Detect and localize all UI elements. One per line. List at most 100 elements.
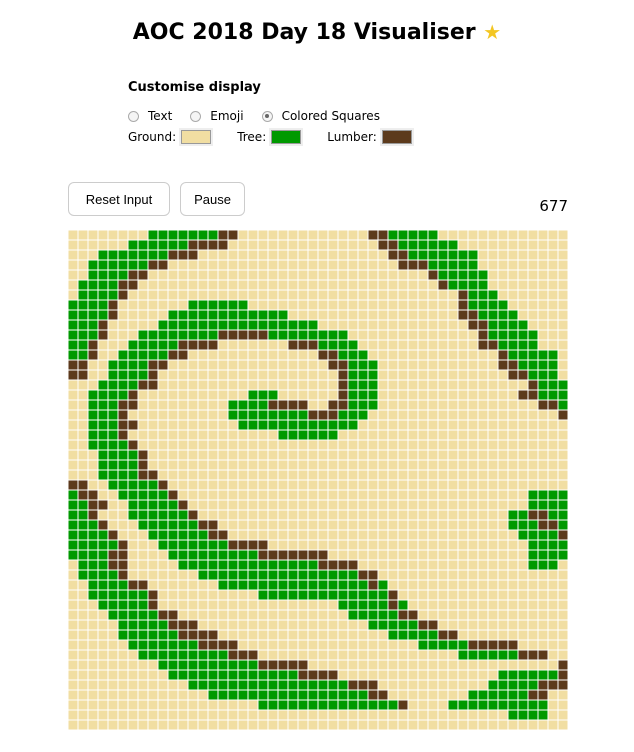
ground-cell — [407, 679, 419, 691]
ground-cell — [107, 699, 119, 711]
ground-cell — [477, 429, 489, 441]
ground-cell — [347, 269, 359, 281]
ground-cell — [527, 409, 539, 421]
ground-cell — [257, 230, 269, 241]
lumber-cell — [107, 529, 119, 541]
tree-cell — [217, 659, 229, 671]
tree-cell — [517, 359, 529, 371]
ground-cell — [217, 609, 229, 621]
radio-text[interactable]: Text — [128, 109, 172, 123]
ground-cell — [387, 459, 399, 471]
tree-cell — [127, 359, 139, 371]
ground-cell — [487, 259, 499, 271]
tree-cell — [487, 329, 499, 341]
ground-cell — [267, 299, 279, 311]
ground-cell — [557, 230, 568, 241]
radio-emoji-button[interactable] — [190, 110, 202, 122]
ground-cell — [427, 549, 439, 561]
ground-cell — [157, 469, 169, 481]
ground-cell — [167, 379, 179, 391]
tree-cell — [97, 549, 109, 561]
radio-text-button[interactable] — [128, 110, 139, 122]
tree-color-picker[interactable] — [269, 128, 304, 146]
ground-cell — [297, 629, 309, 641]
ground-cell — [437, 379, 449, 391]
ground-cell — [517, 569, 529, 581]
ground-cell — [247, 699, 259, 711]
tree-cell — [177, 239, 189, 251]
ground-cell — [347, 239, 359, 251]
ground-cell — [77, 579, 89, 591]
tree-cell — [237, 659, 249, 671]
ground-cell — [387, 689, 399, 701]
tree-cell — [227, 409, 239, 421]
ground-cell — [277, 509, 289, 521]
lumber-color-picker[interactable] — [379, 128, 414, 146]
ground-cell — [257, 609, 269, 621]
ground-cell — [267, 629, 279, 641]
radio-colored-squares[interactable]: Colored Squares — [261, 109, 380, 123]
tree-cell — [327, 419, 339, 431]
ground-cell — [227, 699, 239, 711]
lumber-cell — [357, 569, 369, 581]
lumber-cell — [517, 369, 529, 381]
tree-cell — [97, 249, 109, 261]
ground-cell — [407, 399, 419, 411]
ground-cell — [367, 339, 379, 351]
tree-cell — [68, 509, 79, 521]
tree-cell — [187, 319, 199, 331]
lumber-cell — [187, 629, 199, 641]
ground-cell — [407, 649, 419, 661]
tree-cell — [557, 549, 568, 561]
ground-cell — [437, 579, 449, 591]
radio-colored-squares-button[interactable] — [261, 110, 273, 122]
tree-cell — [227, 689, 239, 701]
ground-cell — [547, 329, 559, 341]
ground-cell — [337, 519, 349, 531]
tree-cell — [227, 679, 239, 691]
ground-cell — [437, 509, 449, 521]
tree-cell — [197, 309, 209, 321]
ground-cell — [197, 459, 209, 471]
ground-cell — [527, 579, 539, 591]
tree-cell — [307, 699, 319, 711]
ground-cell — [387, 419, 399, 431]
tree-cell — [97, 429, 109, 441]
ground-cell — [487, 489, 499, 501]
lumber-cell — [377, 230, 389, 241]
ground-cell — [477, 459, 489, 471]
tree-cell — [117, 269, 129, 281]
ground-cell — [277, 519, 289, 531]
ground-cell — [217, 589, 229, 601]
pause-button[interactable]: Pause — [180, 182, 245, 216]
tree-cell — [527, 489, 539, 501]
ground-cell — [497, 259, 509, 271]
ground-cell — [247, 479, 259, 491]
lumber-cell — [147, 379, 159, 391]
ground-cell — [407, 669, 419, 681]
ground-cell — [247, 359, 259, 371]
ground-cell — [207, 399, 219, 411]
tree-cell — [227, 549, 239, 561]
tree-cell — [257, 319, 269, 331]
ground-color-picker[interactable] — [179, 128, 214, 146]
tree-cell — [147, 349, 159, 361]
lumber-cell — [297, 339, 309, 351]
ground-cell — [97, 509, 109, 521]
ground-cell — [107, 659, 119, 671]
tree-cell — [77, 559, 89, 571]
tree-cell — [427, 230, 439, 241]
ground-cell — [387, 479, 399, 491]
tree-cell — [207, 309, 219, 321]
ground-cell — [427, 319, 439, 331]
ground-cell — [267, 259, 279, 271]
radio-emoji[interactable]: Emoji — [190, 109, 244, 123]
reset-input-button[interactable]: Reset Input — [68, 182, 170, 216]
ground-cell — [417, 359, 429, 371]
ground-cell — [427, 369, 439, 381]
ground-cell — [117, 519, 129, 531]
ground-cell — [467, 449, 479, 461]
ground-cell — [457, 609, 469, 621]
tree-cell — [437, 259, 449, 271]
tree-cell — [257, 589, 269, 601]
